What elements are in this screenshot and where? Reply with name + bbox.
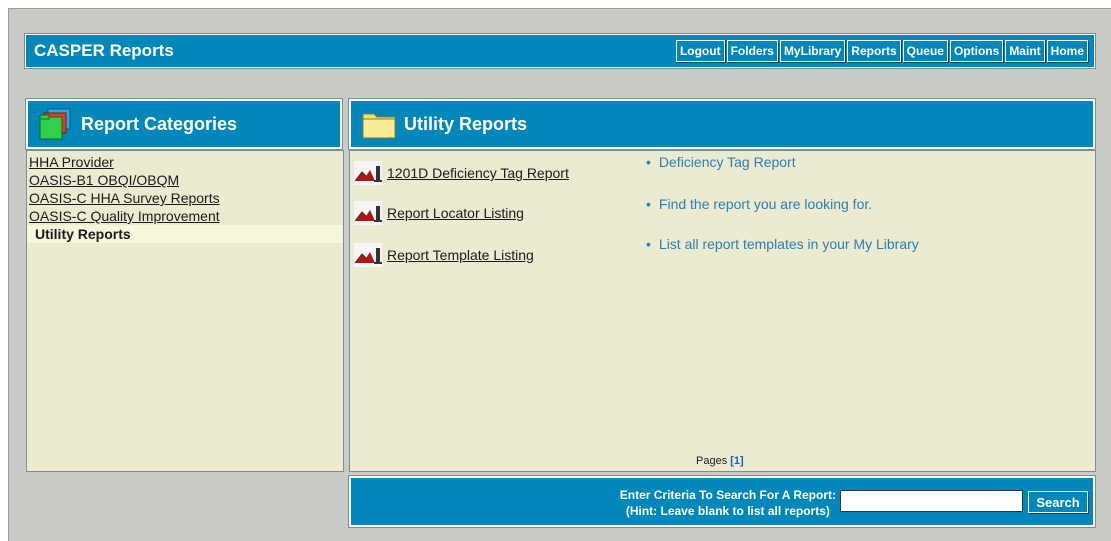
report-categories-header: Report Categories — [25, 98, 343, 150]
report-chart-icon — [354, 201, 382, 225]
nav-home-button[interactable]: Home — [1046, 40, 1088, 62]
report-chart-icon — [354, 243, 382, 267]
category-oasis-c-quality-improvement[interactable]: OASIS-C Quality Improvement — [27, 207, 343, 225]
utility-reports-title: Utility Reports — [404, 114, 528, 134]
pager-page-1-link[interactable]: [1] — [730, 455, 743, 467]
category-oasis-c-hha-survey-reports[interactable]: OASIS-C HHA Survey Reports — [27, 189, 343, 207]
report-link-report-locator-listing[interactable]: Report Locator Listing — [387, 205, 524, 221]
report-row: Report Locator Listing — [354, 201, 524, 225]
search-button[interactable]: Search — [1028, 491, 1088, 513]
report-row: 1201D Deficiency Tag Report — [354, 161, 569, 185]
nav-mylibrary-button[interactable]: MyLibrary — [779, 40, 846, 62]
search-bar: Enter Criteria To Search For A Report: (… — [348, 475, 1096, 528]
nav-reports-button[interactable]: Reports — [847, 40, 901, 62]
search-prompt: Enter Criteria To Search For A Report: — [619, 488, 836, 502]
categories-panel: HHA Provider OASIS-B1 OBQI/OBQM OASIS-C … — [26, 150, 344, 472]
nav-logout-button[interactable]: Logout — [675, 40, 725, 62]
categories-folders-icon — [39, 108, 71, 140]
report-description: Find the report you are looking for. — [646, 196, 872, 212]
pager: Pages [1] — [696, 455, 744, 467]
pager-label: Pages — [696, 455, 728, 467]
top-bar: CASPER Reports Logout Folders MyLibrary … — [24, 33, 1096, 69]
search-hint: (Hint: Leave blank to list all reports) — [625, 504, 830, 518]
reports-panel: 1201D Deficiency Tag Report Report Locat… — [349, 150, 1096, 472]
report-chart-icon — [354, 161, 382, 185]
nav-folders-button[interactable]: Folders — [726, 40, 778, 62]
nav-options-button[interactable]: Options — [949, 40, 1004, 62]
report-description: List all report templates in your My Lib… — [646, 236, 919, 252]
main-nav: Logout Folders MyLibrary Reports Queue O… — [675, 40, 1088, 62]
search-input[interactable] — [840, 490, 1023, 512]
folder-icon — [362, 113, 396, 139]
category-utility-reports-selected[interactable]: Utility Reports — [27, 225, 343, 243]
report-row: Report Template Listing — [354, 243, 534, 267]
nav-queue-button[interactable]: Queue — [902, 40, 948, 62]
report-link-1201d-deficiency-tag[interactable]: 1201D Deficiency Tag Report — [387, 165, 569, 181]
categories-list: HHA Provider OASIS-B1 OBQI/OBQM OASIS-C … — [27, 153, 343, 243]
nav-maint-button[interactable]: Maint — [1005, 40, 1045, 62]
app-title: CASPER Reports — [34, 41, 174, 60]
report-description: Deficiency Tag Report — [646, 154, 796, 170]
report-categories-title: Report Categories — [81, 114, 238, 134]
category-oasis-b1-obqi-obqm[interactable]: OASIS-B1 OBQI/OBQM — [27, 171, 343, 189]
report-link-report-template-listing[interactable]: Report Template Listing — [387, 247, 534, 263]
utility-reports-header: Utility Reports — [348, 98, 1096, 150]
search-instructions: Enter Criteria To Search For A Report: (… — [620, 487, 836, 519]
category-hha-provider[interactable]: HHA Provider — [27, 153, 343, 171]
